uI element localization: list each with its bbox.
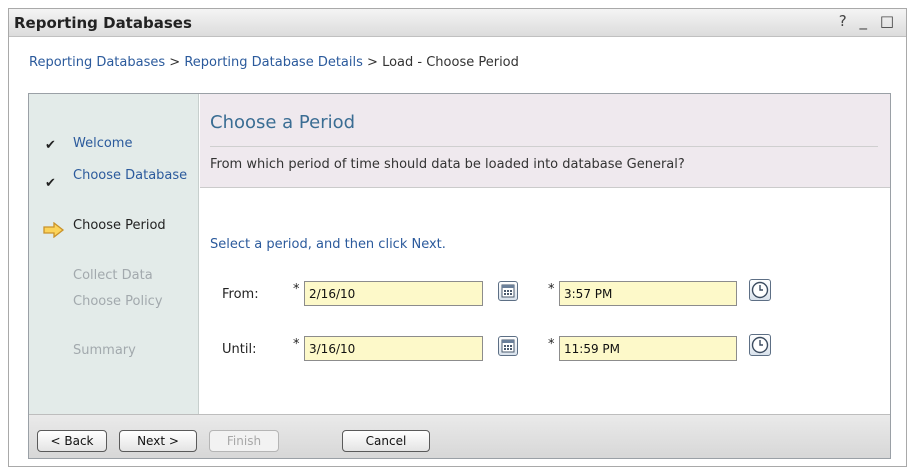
wizard-content: Choose a Period From which period of tim… <box>200 94 890 414</box>
title-bar: Reporting Databases ? _ □ <box>9 9 906 37</box>
step-label: Choose Policy <box>73 294 163 309</box>
step-label: Summary <box>73 343 136 358</box>
breadcrumb: Reporting Databases > Reporting Database… <box>29 55 519 70</box>
title-divider <box>210 146 878 147</box>
step-collect-data: Collect Data <box>73 268 193 283</box>
content-header: Choose a Period From which period of tim… <box>200 94 890 188</box>
step-choose-policy: Choose Policy <box>73 294 193 309</box>
step-choose-database[interactable]: ✔ Choose Database <box>45 168 193 191</box>
step-welcome[interactable]: ✔ Welcome <box>45 136 193 153</box>
breadcrumb-link-database-details[interactable]: Reporting Database Details <box>184 55 363 70</box>
check-icon: ✔ <box>45 138 56 153</box>
from-label: From: <box>222 287 259 302</box>
from-time-input[interactable]: 3:57 PM <box>559 281 737 306</box>
wizard-footer: < Back Next > Finish Cancel <box>29 414 890 458</box>
required-marker: * <box>293 337 300 352</box>
calendar-icon[interactable] <box>498 281 518 301</box>
from-date-input[interactable]: 2/16/10 <box>304 281 483 306</box>
breadcrumb-link-reporting-databases[interactable]: Reporting Databases <box>29 55 165 70</box>
finish-button: Finish <box>209 430 279 452</box>
minimize-icon[interactable]: _ <box>860 12 872 30</box>
window-controls: ? _ □ <box>839 12 898 30</box>
step-label: Welcome <box>73 136 133 151</box>
maximize-icon[interactable]: □ <box>880 12 898 30</box>
clock-icon[interactable] <box>749 279 771 301</box>
step-summary: Summary <box>73 343 193 358</box>
until-label: Until: <box>222 342 257 357</box>
step-choose-period: Choose Period <box>43 218 193 238</box>
wizard-steps-nav: ✔ Welcome ✔ Choose Database Choose Perio… <box>29 94 199 414</box>
breadcrumb-current: Load - Choose Period <box>382 55 519 70</box>
required-marker: * <box>548 337 555 352</box>
breadcrumb-separator: > <box>169 55 181 70</box>
required-marker: * <box>548 282 555 297</box>
step-label: Choose Database <box>73 168 188 183</box>
check-icon: ✔ <box>45 176 56 191</box>
period-question: From which period of time should data be… <box>210 157 685 172</box>
back-button[interactable]: < Back <box>37 430 107 452</box>
step-label: Collect Data <box>73 268 153 283</box>
cancel-button[interactable]: Cancel <box>342 430 430 452</box>
breadcrumb-separator: > <box>367 55 378 70</box>
calendar-icon[interactable] <box>498 336 518 356</box>
wizard-panel: ✔ Welcome ✔ Choose Database Choose Perio… <box>28 93 891 459</box>
window-title: Reporting Databases <box>14 14 192 32</box>
required-marker: * <box>293 282 300 297</box>
step-label: Choose Period <box>73 218 166 233</box>
clock-icon[interactable] <box>749 334 771 356</box>
arrow-right-icon <box>43 222 65 238</box>
until-time-input[interactable]: 11:59 PM <box>559 336 737 361</box>
next-button[interactable]: Next > <box>119 430 197 452</box>
instruction-text: Select a period, and then click Next. <box>210 237 446 252</box>
help-icon[interactable]: ? <box>839 12 851 30</box>
page-title: Choose a Period <box>210 112 356 133</box>
until-date-input[interactable]: 3/16/10 <box>304 336 483 361</box>
